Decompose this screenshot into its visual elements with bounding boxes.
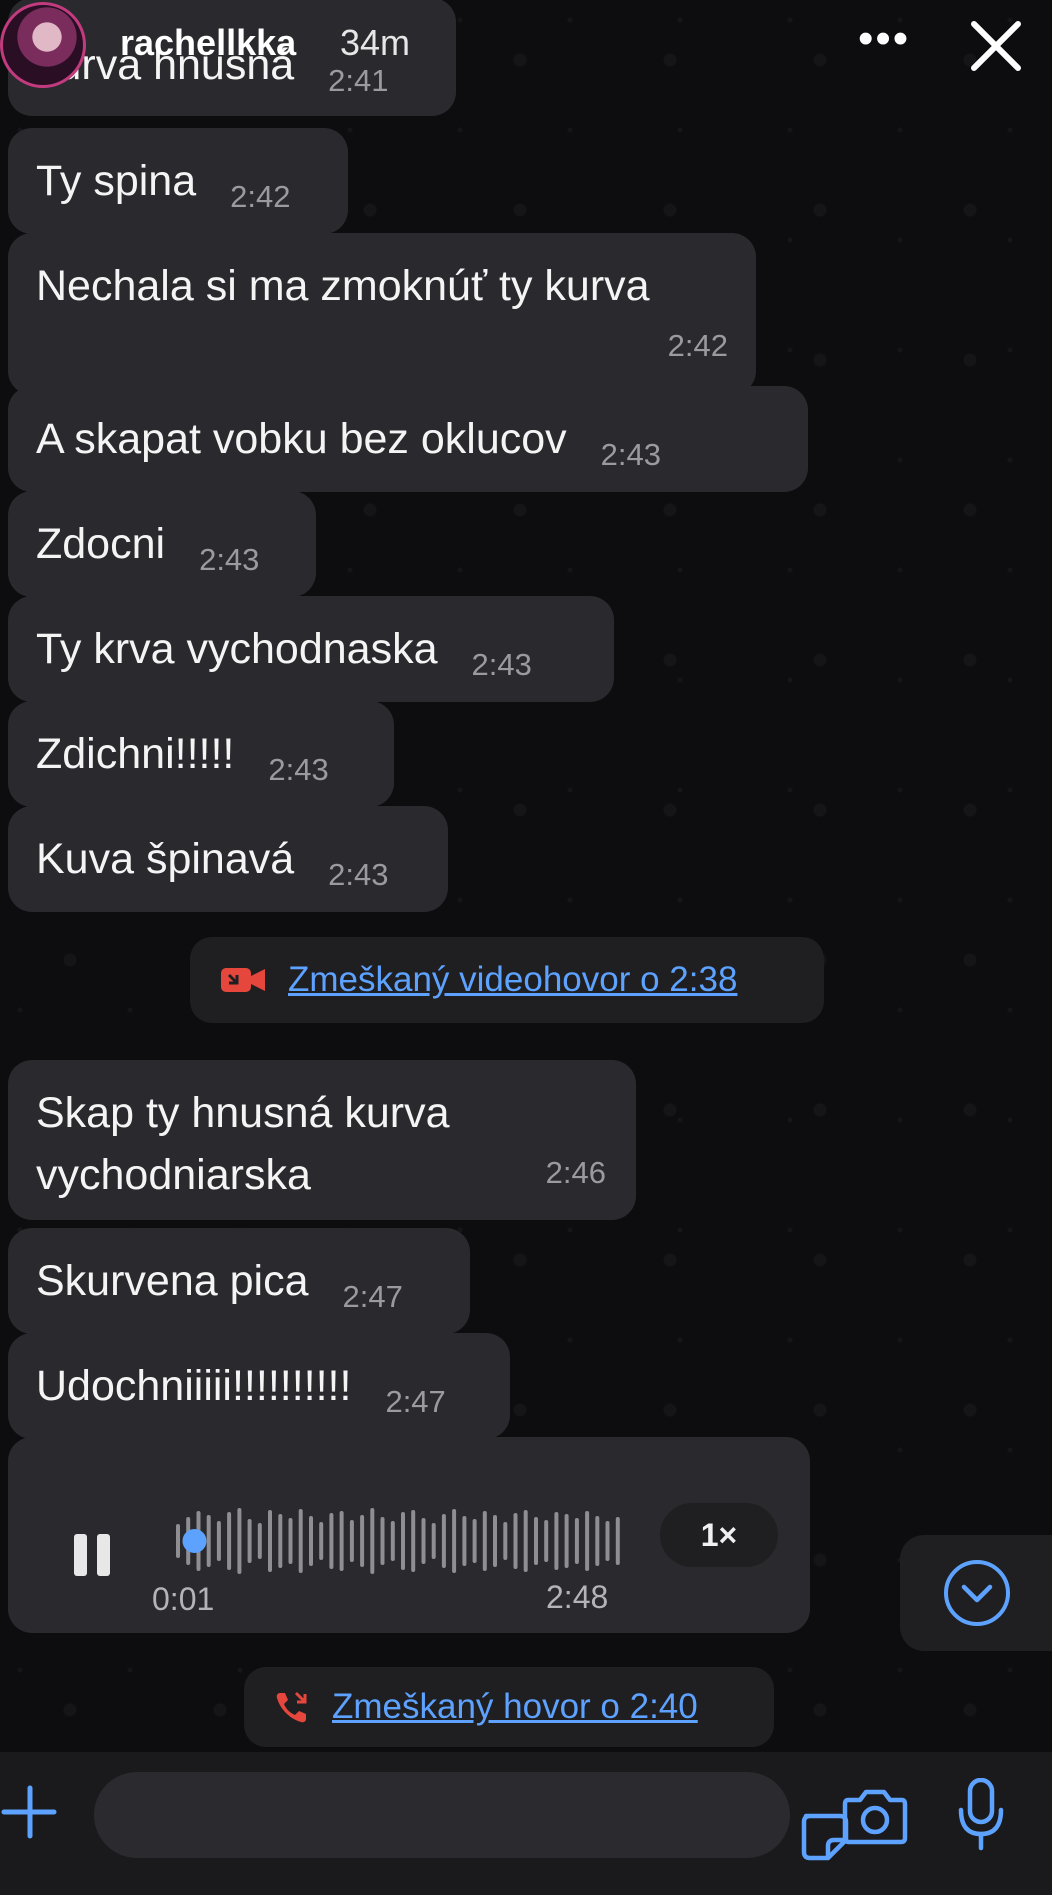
waveform-bar (595, 1516, 600, 1566)
message-text: Zdichni!!!!! (36, 730, 235, 778)
waveform-bar (380, 1517, 385, 1565)
waveform-bar (431, 1523, 436, 1559)
message-time: 2:43 (268, 752, 329, 787)
message-text: Zdocni (36, 520, 166, 568)
waveform-bar (247, 1519, 252, 1563)
waveform-bar (513, 1513, 518, 1569)
chat-area[interactable]: kurva hnusná 2:41 Ty spina 2:42 Nechala si… (0, 0, 1052, 1752)
voice-message-time: 2:48 (546, 1579, 609, 1615)
waveform-bar (329, 1513, 334, 1569)
more-horizontal-icon[interactable]: ••• (858, 14, 910, 64)
waveform-bar (493, 1515, 497, 1567)
missed-video-call-icon (221, 968, 265, 992)
voice-message[interactable]: 1× 0:01 2:48 (8, 1437, 810, 1633)
story-header: rachellkka 34m ••• (0, 0, 1052, 96)
message-bubble[interactable]: Zdocni 2:43 (8, 491, 316, 597)
missed-call-link[interactable]: Zmeškaný hovor o 2:40 (332, 1687, 698, 1727)
message-time: 2:42 (230, 179, 291, 214)
waveform-bar (349, 1520, 354, 1562)
voice-elapsed-time: 0:01 (152, 1581, 215, 1617)
message-text: Nechala si ma zmoknúť ty kurva (36, 262, 650, 310)
story-username[interactable]: rachellkka (120, 22, 296, 64)
missed-call-icon (276, 1691, 307, 1723)
waveform-bar (585, 1511, 590, 1571)
waveform-bar (257, 1523, 262, 1559)
waveform-bar (309, 1516, 313, 1566)
message-time: 2:42 (667, 328, 728, 363)
scroll-to-bottom-button[interactable] (900, 1535, 1052, 1651)
missed-video-call-notice[interactable]: Zmeškaný videohovor o 2:38 (190, 937, 824, 1023)
story-age: 34m (340, 22, 411, 63)
waveform-bar (176, 1524, 180, 1558)
message-time: 2:43 (199, 542, 260, 577)
message-text: Skurvena pica (36, 1257, 309, 1305)
waveform-bar (564, 1514, 569, 1568)
message-bubble[interactable]: Udochniiiii!!!!!!!!!! 2:47 (8, 1333, 510, 1439)
missed-call-notice[interactable]: Zmeškaný hovor o 2:40 (244, 1667, 774, 1747)
waveform-bar (534, 1517, 538, 1565)
message-bubble[interactable]: Skap ty hnusná kurva vychodniarska 2:46 (8, 1060, 636, 1220)
message-text: Udochniiiii!!!!!!!!!! (36, 1362, 352, 1410)
waveform-bar (421, 1518, 426, 1564)
pause-button[interactable] (74, 1534, 116, 1576)
message-text: Ty spina (36, 157, 197, 205)
waveform-bar (452, 1509, 457, 1573)
waveform-bar (411, 1510, 416, 1572)
waveform-bar (605, 1521, 610, 1561)
waveform-bar (441, 1514, 446, 1568)
message-text: Kuva špinavá (36, 835, 295, 883)
message-bubble[interactable]: Nechala si ma zmoknúť ty kurva 2:42 (8, 233, 756, 395)
waveform-playhead[interactable] (182, 1529, 207, 1553)
message-input[interactable] (94, 1772, 849, 1861)
microphone-icon[interactable] (956, 1778, 1006, 1852)
message-bubble[interactable]: Zdichni!!!!! 2:43 (8, 701, 394, 807)
waveform-bar (227, 1512, 232, 1570)
camera-icon[interactable] (842, 1786, 908, 1846)
waveform-bar (503, 1522, 508, 1560)
message-text: A skapat vobku bez oklucov (36, 415, 567, 463)
waveform-bar (544, 1520, 549, 1562)
waveform-bar (472, 1519, 477, 1563)
waveform-bar (523, 1510, 528, 1572)
waveform-bar (554, 1512, 559, 1570)
waveform-bar (574, 1518, 579, 1564)
avatar[interactable] (0, 2, 86, 88)
message-bubble[interactable]: Ty krva vychodnaska 2:43 (8, 596, 614, 702)
waveform-bar (482, 1511, 487, 1571)
close-icon[interactable] (966, 16, 1026, 76)
message-time: 2:43 (328, 857, 389, 892)
waveform-bar (615, 1517, 620, 1565)
message-time: 2:46 (545, 1155, 606, 1190)
message-bubble[interactable]: A skapat vobku bez oklucov 2:43 (8, 386, 808, 492)
message-time: 2:43 (600, 437, 661, 472)
waveform-bar (288, 1518, 293, 1564)
waveform-bar (298, 1509, 303, 1573)
message-time: 2:47 (342, 1279, 403, 1314)
waveform-bar (390, 1521, 395, 1561)
message-time: 2:47 (385, 1384, 446, 1419)
message-text: Ty krva vychodnaska (36, 625, 438, 673)
waveform-bar (462, 1516, 467, 1566)
message-bubble[interactable]: Ty spina 2:42 (8, 128, 348, 234)
waveform-bar (319, 1522, 324, 1560)
chevron-down-circle-icon (944, 1560, 1010, 1626)
message-bubble[interactable]: Skurvena pica 2:47 (8, 1228, 470, 1334)
plus-icon[interactable] (0, 1782, 60, 1842)
waveform-bar (370, 1508, 375, 1574)
waveform-bar (339, 1511, 344, 1571)
message-input-bar (0, 1752, 1052, 1895)
waveform-bar (206, 1515, 211, 1567)
waveform-bar (278, 1514, 283, 1568)
waveform-bar (268, 1510, 272, 1572)
waveform-bar (401, 1512, 405, 1570)
message-text: Skap ty hnusná kurva vychodniarska (36, 1089, 450, 1199)
waveform-bar (360, 1515, 365, 1567)
message-time: 2:43 (471, 647, 532, 682)
playback-speed-button[interactable]: 1× (660, 1503, 778, 1567)
missed-video-call-link[interactable]: Zmeškaný videohovor o 2:38 (288, 960, 737, 1000)
message-bubble[interactable]: Kuva špinavá 2:43 (8, 806, 448, 912)
waveform-bar (237, 1508, 242, 1574)
waveform-bar (216, 1521, 221, 1561)
